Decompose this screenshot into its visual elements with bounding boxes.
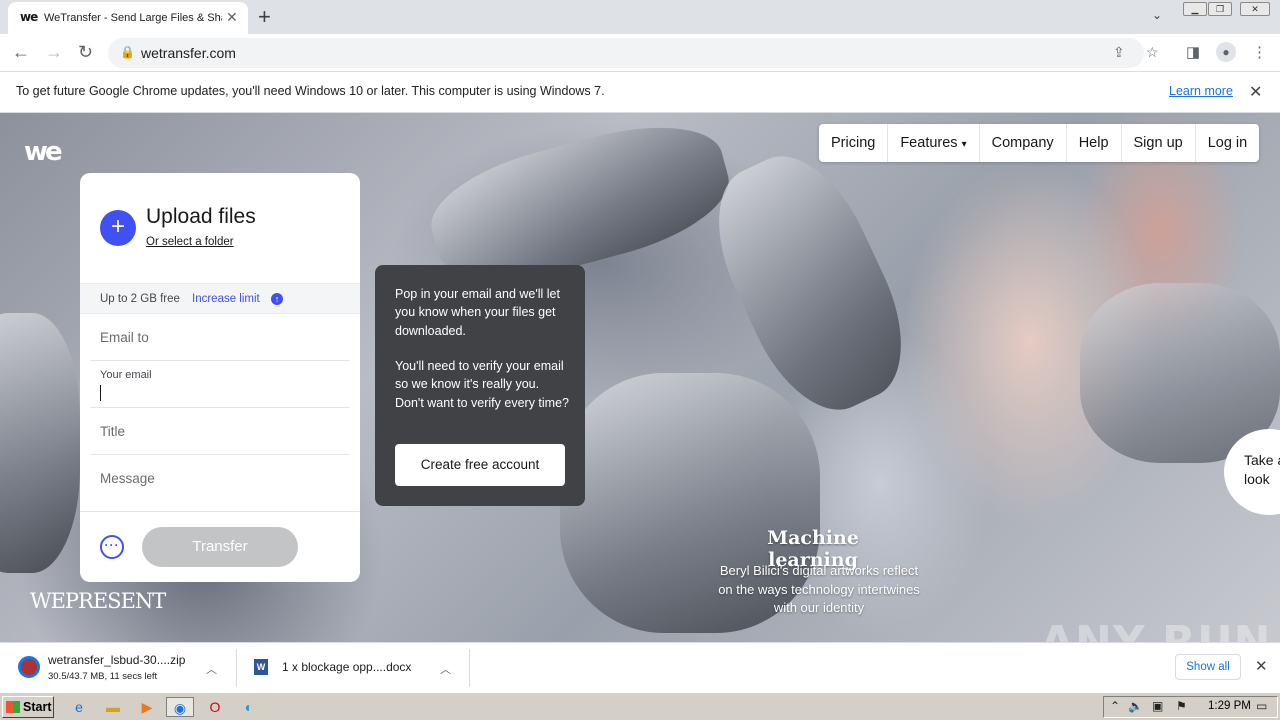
tab-close-icon[interactable]: ✕ — [226, 9, 238, 26]
browser-toolbar: ← → ↻ 🔒 wetransfer.com ⇪ ☆ ◨ ● ⋮ — [0, 34, 1280, 72]
text-caret — [100, 385, 101, 401]
wepresent-logo[interactable]: WEPRESENT — [30, 589, 166, 613]
opera-icon[interactable]: O — [204, 697, 226, 717]
window-close-icon[interactable]: ✕ — [1240, 2, 1270, 16]
your-email-label: Your email — [100, 369, 152, 381]
wetransfer-logo[interactable]: we — [24, 137, 63, 167]
infobar-close-icon[interactable]: ✕ — [1249, 82, 1262, 102]
increase-limit-link[interactable]: Increase limit — [192, 293, 260, 305]
tab-strip: we WeTransfer - Send Large Files & Sha ✕… — [0, 0, 1280, 34]
new-tab-icon[interactable]: + — [258, 4, 271, 30]
url-text: wetransfer.com — [141, 45, 236, 61]
tab-search-chevron-icon[interactable]: ⌄ — [1152, 8, 1162, 22]
show-all-button[interactable]: Show all — [1175, 654, 1241, 680]
wetransfer-favicon-icon: we — [20, 10, 38, 24]
chevron-up-icon[interactable]: ︿ — [440, 661, 451, 677]
close-shelf-icon[interactable]: ✕ — [1255, 657, 1268, 675]
select-folder-link[interactable]: Or select a folder — [146, 236, 234, 248]
infobar-message: To get future Google Chrome updates, you… — [16, 84, 605, 98]
show-desktop-icon[interactable]: ▭ — [1256, 699, 1267, 713]
learn-more-link[interactable]: Learn more — [1169, 84, 1233, 98]
nav-company[interactable]: Company — [980, 124, 1067, 162]
your-email-field[interactable]: Your email — [90, 361, 350, 408]
chevron-up-icon[interactable]: ︿ — [206, 661, 217, 677]
divider — [469, 649, 470, 687]
verify-email-tooltip: Pop in your email and we'll let you know… — [375, 265, 585, 506]
start-label: Start — [23, 700, 52, 714]
profile-avatar-icon[interactable]: ● — [1216, 42, 1236, 62]
top-navigation: Pricing Features ▾ Company Help Sign up … — [819, 124, 1260, 162]
page-content: we Pricing Features ▾ Company Help Sign … — [0, 113, 1280, 642]
transfer-button[interactable]: Transfer — [142, 527, 298, 567]
browser-tab[interactable]: we WeTransfer - Send Large Files & Sha ✕ — [8, 2, 248, 34]
forward-icon[interactable]: → — [45, 42, 63, 63]
size-limit-bar: Up to 2 GB free Increase limit ↑ — [80, 283, 360, 314]
nav-features[interactable]: Features ▾ — [888, 124, 980, 162]
ie-icon[interactable]: e — [68, 697, 90, 717]
bookmark-star-icon[interactable]: ☆ — [1146, 44, 1159, 61]
media-player-icon[interactable]: ▶ — [136, 697, 158, 717]
nav-features-label: Features — [900, 135, 958, 151]
upload-panel: + Upload files Or select a folder Up to … — [80, 173, 360, 582]
download-filename: wetransfer_lsbud-30....zip — [48, 653, 186, 667]
word-doc-icon: W — [254, 659, 268, 675]
network-icon[interactable]: ▣ — [1152, 699, 1163, 713]
download-item[interactable]: W 1 x blockage opp....docx ︿ — [238, 643, 468, 693]
tooltip-text-1: Pop in your email and we'll let you know… — [395, 287, 560, 338]
share-icon[interactable]: ⇪ — [1113, 44, 1125, 61]
side-panel-icon[interactable]: ◨ — [1186, 43, 1200, 61]
address-bar[interactable]: 🔒 wetransfer.com ⇪ ☆ — [108, 38, 1159, 68]
back-icon[interactable]: ← — [12, 42, 30, 63]
title-field[interactable]: Title — [90, 408, 350, 455]
download-item[interactable]: wetransfer_lsbud-30....zip 30.5/43.7 MB,… — [0, 643, 234, 693]
nav-pricing[interactable]: Pricing — [819, 124, 889, 162]
minimize-icon[interactable]: ▁ — [1183, 2, 1207, 16]
update-infobar: To get future Google Chrome updates, you… — [0, 72, 1280, 113]
chrome-icon[interactable]: ◉ — [166, 697, 194, 717]
windows-flag-icon — [6, 701, 20, 713]
download-shelf: wetransfer_lsbud-30....zip 30.5/43.7 MB,… — [0, 642, 1280, 692]
tray-expand-icon[interactable]: ⌃ — [1110, 699, 1120, 713]
download-status: 30.5/43.7 MB, 11 secs left — [48, 671, 158, 682]
menu-kebab-icon[interactable]: ⋮ — [1252, 43, 1267, 61]
volume-icon[interactable]: 🔈 — [1128, 699, 1143, 713]
upload-files-title[interactable]: Upload files — [146, 205, 256, 229]
nav-help[interactable]: Help — [1067, 124, 1122, 162]
taskbar-clock[interactable]: 1:29 PM — [1208, 700, 1251, 712]
divider — [236, 649, 237, 687]
limit-text: Up to 2 GB free — [100, 293, 180, 305]
nav-sign-up[interactable]: Sign up — [1122, 124, 1196, 162]
create-free-account-button[interactable]: Create free account — [395, 444, 565, 486]
system-tray: ⌃ 🔈 ▣ ⚑ ▭ — [1103, 696, 1278, 718]
email-to-placeholder: Email to — [100, 330, 149, 345]
restore-icon[interactable]: ❐ — [1208, 2, 1232, 16]
divider — [80, 511, 360, 512]
tooltip-text-2: You'll need to verify your email so we k… — [395, 359, 569, 410]
background-art — [0, 313, 80, 573]
explorer-folder-icon[interactable]: ▬ — [102, 697, 124, 717]
nav-log-in[interactable]: Log in — [1196, 124, 1260, 162]
title-placeholder: Title — [100, 424, 126, 439]
take-a-look-label: Take a look — [1244, 452, 1280, 487]
edge-icon[interactable]: ◐ — [238, 697, 260, 717]
message-placeholder: Message — [100, 471, 155, 486]
more-options-icon[interactable]: ··· — [100, 535, 124, 559]
chevron-down-icon: ▾ — [961, 139, 967, 150]
lock-icon[interactable]: 🔒 — [120, 45, 135, 59]
tab-title: WeTransfer - Send Large Files & Sha — [44, 12, 222, 24]
email-to-field[interactable]: Email to — [90, 314, 350, 361]
ad-description[interactable]: Beryl Bilici's digital artworks reflect … — [714, 562, 924, 618]
start-button[interactable]: Start — [2, 696, 54, 718]
add-files-icon[interactable]: + — [100, 210, 136, 246]
arrow-up-icon: ↑ — [271, 293, 283, 305]
reload-icon[interactable]: ↻ — [78, 42, 93, 63]
message-field[interactable]: Message — [90, 455, 350, 511]
download-filename: 1 x blockage opp....docx — [282, 660, 412, 674]
anyrun-watermark: ANY RUN — [1040, 617, 1272, 642]
zip-file-icon — [18, 656, 40, 678]
action-center-flag-icon[interactable]: ⚑ — [1176, 699, 1187, 713]
windows-taskbar: Start e ▬ ▶ ◉ O ◐ ⌃ 🔈 ▣ ⚑ ▭ 1:29 PM — [0, 692, 1280, 720]
